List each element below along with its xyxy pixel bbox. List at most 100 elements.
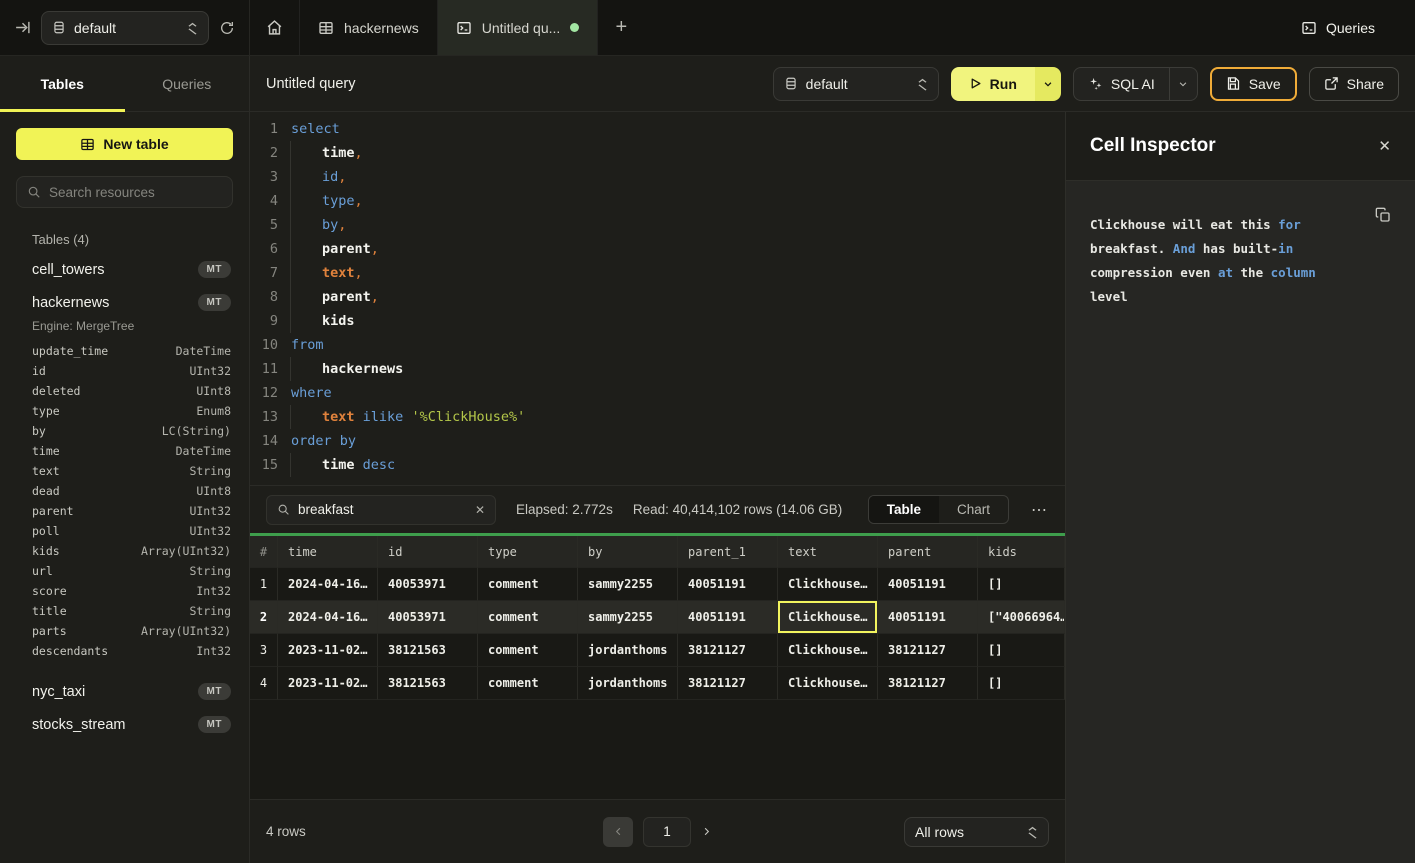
editor-line[interactable]: 5by, bbox=[250, 213, 1065, 237]
table-cell[interactable]: 40051191 bbox=[878, 601, 978, 634]
schema-column-row[interactable]: textString bbox=[16, 461, 233, 481]
column-header[interactable]: parent bbox=[878, 536, 978, 568]
table-cell[interactable]: comment bbox=[478, 601, 578, 634]
table-cell[interactable]: 38121127 bbox=[678, 667, 778, 700]
table-cell[interactable]: jordanthoms bbox=[578, 634, 678, 667]
table-cell[interactable]: Clickhouse… bbox=[778, 568, 878, 601]
schema-column-row[interactable]: typeEnum8 bbox=[16, 401, 233, 421]
table-cell[interactable]: 38121127 bbox=[678, 634, 778, 667]
table-cell[interactable]: 38121127 bbox=[878, 667, 978, 700]
sidebar-item-stocks-stream[interactable]: stocks_stream MT bbox=[16, 708, 233, 741]
schema-column-row[interactable]: byLC(String) bbox=[16, 421, 233, 441]
save-button[interactable]: Save bbox=[1210, 67, 1297, 101]
run-button[interactable]: Run bbox=[951, 67, 1035, 101]
schema-column-row[interactable]: pollUInt32 bbox=[16, 521, 233, 541]
tab-untitled-query[interactable]: Untitled qu... bbox=[438, 0, 599, 55]
table-cell[interactable]: 40053971 bbox=[378, 568, 478, 601]
sidebar-tab-queries[interactable]: Queries bbox=[125, 56, 250, 111]
table-cell[interactable]: 2024-04-16… bbox=[278, 568, 378, 601]
view-toggle-chart[interactable]: Chart bbox=[939, 496, 1008, 523]
next-page-button[interactable] bbox=[701, 826, 712, 837]
column-header[interactable]: # bbox=[250, 536, 278, 568]
editor-line[interactable]: 15time desc bbox=[250, 453, 1065, 477]
schema-column-row[interactable]: deletedUInt8 bbox=[16, 381, 233, 401]
more-options-icon[interactable]: ⋯ bbox=[1029, 500, 1049, 520]
table-cell[interactable]: 2023-11-02… bbox=[278, 667, 378, 700]
table-cell[interactable]: [] bbox=[978, 667, 1065, 700]
new-table-button[interactable]: New table bbox=[16, 128, 233, 160]
sidebar-item-cell-towers[interactable]: cell_towers MT bbox=[16, 253, 233, 286]
table-row[interactable]: 32023-11-02…38121563commentjordanthoms38… bbox=[250, 634, 1065, 667]
query-database-selector[interactable]: default bbox=[773, 67, 939, 101]
page-size-selector[interactable]: All rows bbox=[904, 817, 1049, 847]
schema-column-row[interactable]: timeDateTime bbox=[16, 441, 233, 461]
new-tab-button[interactable]: + bbox=[598, 0, 644, 55]
column-header[interactable]: kids bbox=[978, 536, 1065, 568]
tab-home[interactable] bbox=[250, 0, 300, 55]
sidebar-item-nyc-taxi[interactable]: nyc_taxi MT bbox=[16, 675, 233, 708]
editor-line[interactable]: 12where bbox=[250, 381, 1065, 405]
editor-line[interactable]: 2time, bbox=[250, 141, 1065, 165]
database-selector[interactable]: default bbox=[41, 11, 209, 45]
copy-icon[interactable] bbox=[1375, 207, 1391, 223]
sidebar-item-hackernews[interactable]: hackernews MT bbox=[16, 286, 233, 319]
schema-column-row[interactable]: idUInt32 bbox=[16, 361, 233, 381]
table-cell[interactable]: 40051191 bbox=[678, 568, 778, 601]
table-cell[interactable]: sammy2255 bbox=[578, 601, 678, 634]
previous-page-button[interactable] bbox=[603, 817, 633, 847]
table-cell[interactable]: Clickhouse… bbox=[778, 667, 878, 700]
page-number-input[interactable] bbox=[643, 817, 691, 847]
column-header[interactable]: text bbox=[778, 536, 878, 568]
clear-search-icon[interactable]: ✕ bbox=[475, 503, 485, 517]
table-row[interactable]: 22024-04-16…40053971commentsammy22554005… bbox=[250, 601, 1065, 634]
close-icon[interactable]: ✕ bbox=[1378, 137, 1391, 155]
editor-line[interactable]: 10from bbox=[250, 333, 1065, 357]
editor-line[interactable]: 9kids bbox=[250, 309, 1065, 333]
schema-column-row[interactable]: titleString bbox=[16, 601, 233, 621]
table-cell[interactable]: Clickhouse… bbox=[778, 601, 878, 634]
editor-line[interactable]: 3id, bbox=[250, 165, 1065, 189]
column-header[interactable]: by bbox=[578, 536, 678, 568]
queries-button[interactable]: Queries bbox=[1289, 0, 1415, 55]
table-cell[interactable]: 2023-11-02… bbox=[278, 634, 378, 667]
editor-line[interactable]: 8parent, bbox=[250, 285, 1065, 309]
schema-column-row[interactable]: partsArray(UInt32) bbox=[16, 621, 233, 641]
table-cell[interactable]: 38121563 bbox=[378, 667, 478, 700]
sql-editor[interactable]: 1select2time,3id,4type,5by,6parent,7text… bbox=[250, 112, 1065, 485]
refresh-icon[interactable] bbox=[219, 20, 235, 36]
table-cell[interactable]: 38121127 bbox=[878, 634, 978, 667]
table-cell[interactable]: 2024-04-16… bbox=[278, 601, 378, 634]
editor-line[interactable]: 11hackernews bbox=[250, 357, 1065, 381]
tab-hackernews[interactable]: hackernews bbox=[300, 0, 438, 55]
sql-ai-caret[interactable] bbox=[1169, 68, 1197, 100]
editor-line[interactable]: 14order by bbox=[250, 429, 1065, 453]
table-cell[interactable]: 40051191 bbox=[878, 568, 978, 601]
column-header[interactable]: time bbox=[278, 536, 378, 568]
view-toggle-table[interactable]: Table bbox=[869, 496, 939, 523]
table-cell[interactable]: 40053971 bbox=[378, 601, 478, 634]
schema-column-row[interactable]: update_timeDateTime bbox=[16, 341, 233, 361]
table-cell[interactable]: comment bbox=[478, 667, 578, 700]
table-cell[interactable]: 38121563 bbox=[378, 634, 478, 667]
results-search-input[interactable] bbox=[298, 502, 467, 517]
schema-column-row[interactable]: scoreInt32 bbox=[16, 581, 233, 601]
editor-line[interactable]: 13text ilike '%ClickHouse%' bbox=[250, 405, 1065, 429]
column-header[interactable]: parent_1 bbox=[678, 536, 778, 568]
sql-ai-button[interactable]: SQL AI bbox=[1074, 68, 1169, 100]
column-header[interactable]: id bbox=[378, 536, 478, 568]
table-cell[interactable]: [] bbox=[978, 568, 1065, 601]
table-cell[interactable]: comment bbox=[478, 568, 578, 601]
schema-column-row[interactable]: parentUInt32 bbox=[16, 501, 233, 521]
table-cell[interactable]: jordanthoms bbox=[578, 667, 678, 700]
run-options-caret[interactable] bbox=[1035, 67, 1061, 101]
collapse-sidebar-icon[interactable] bbox=[14, 19, 31, 36]
editor-line[interactable]: 4type, bbox=[250, 189, 1065, 213]
schema-column-row[interactable]: urlString bbox=[16, 561, 233, 581]
table-cell[interactable]: comment bbox=[478, 634, 578, 667]
schema-column-row[interactable]: deadUInt8 bbox=[16, 481, 233, 501]
schema-column-row[interactable]: kidsArray(UInt32) bbox=[16, 541, 233, 561]
table-cell[interactable]: Clickhouse… bbox=[778, 634, 878, 667]
editor-line[interactable]: 7text, bbox=[250, 261, 1065, 285]
sidebar-tab-tables[interactable]: Tables bbox=[0, 56, 125, 111]
table-row[interactable]: 12024-04-16…40053971commentsammy22554005… bbox=[250, 568, 1065, 601]
